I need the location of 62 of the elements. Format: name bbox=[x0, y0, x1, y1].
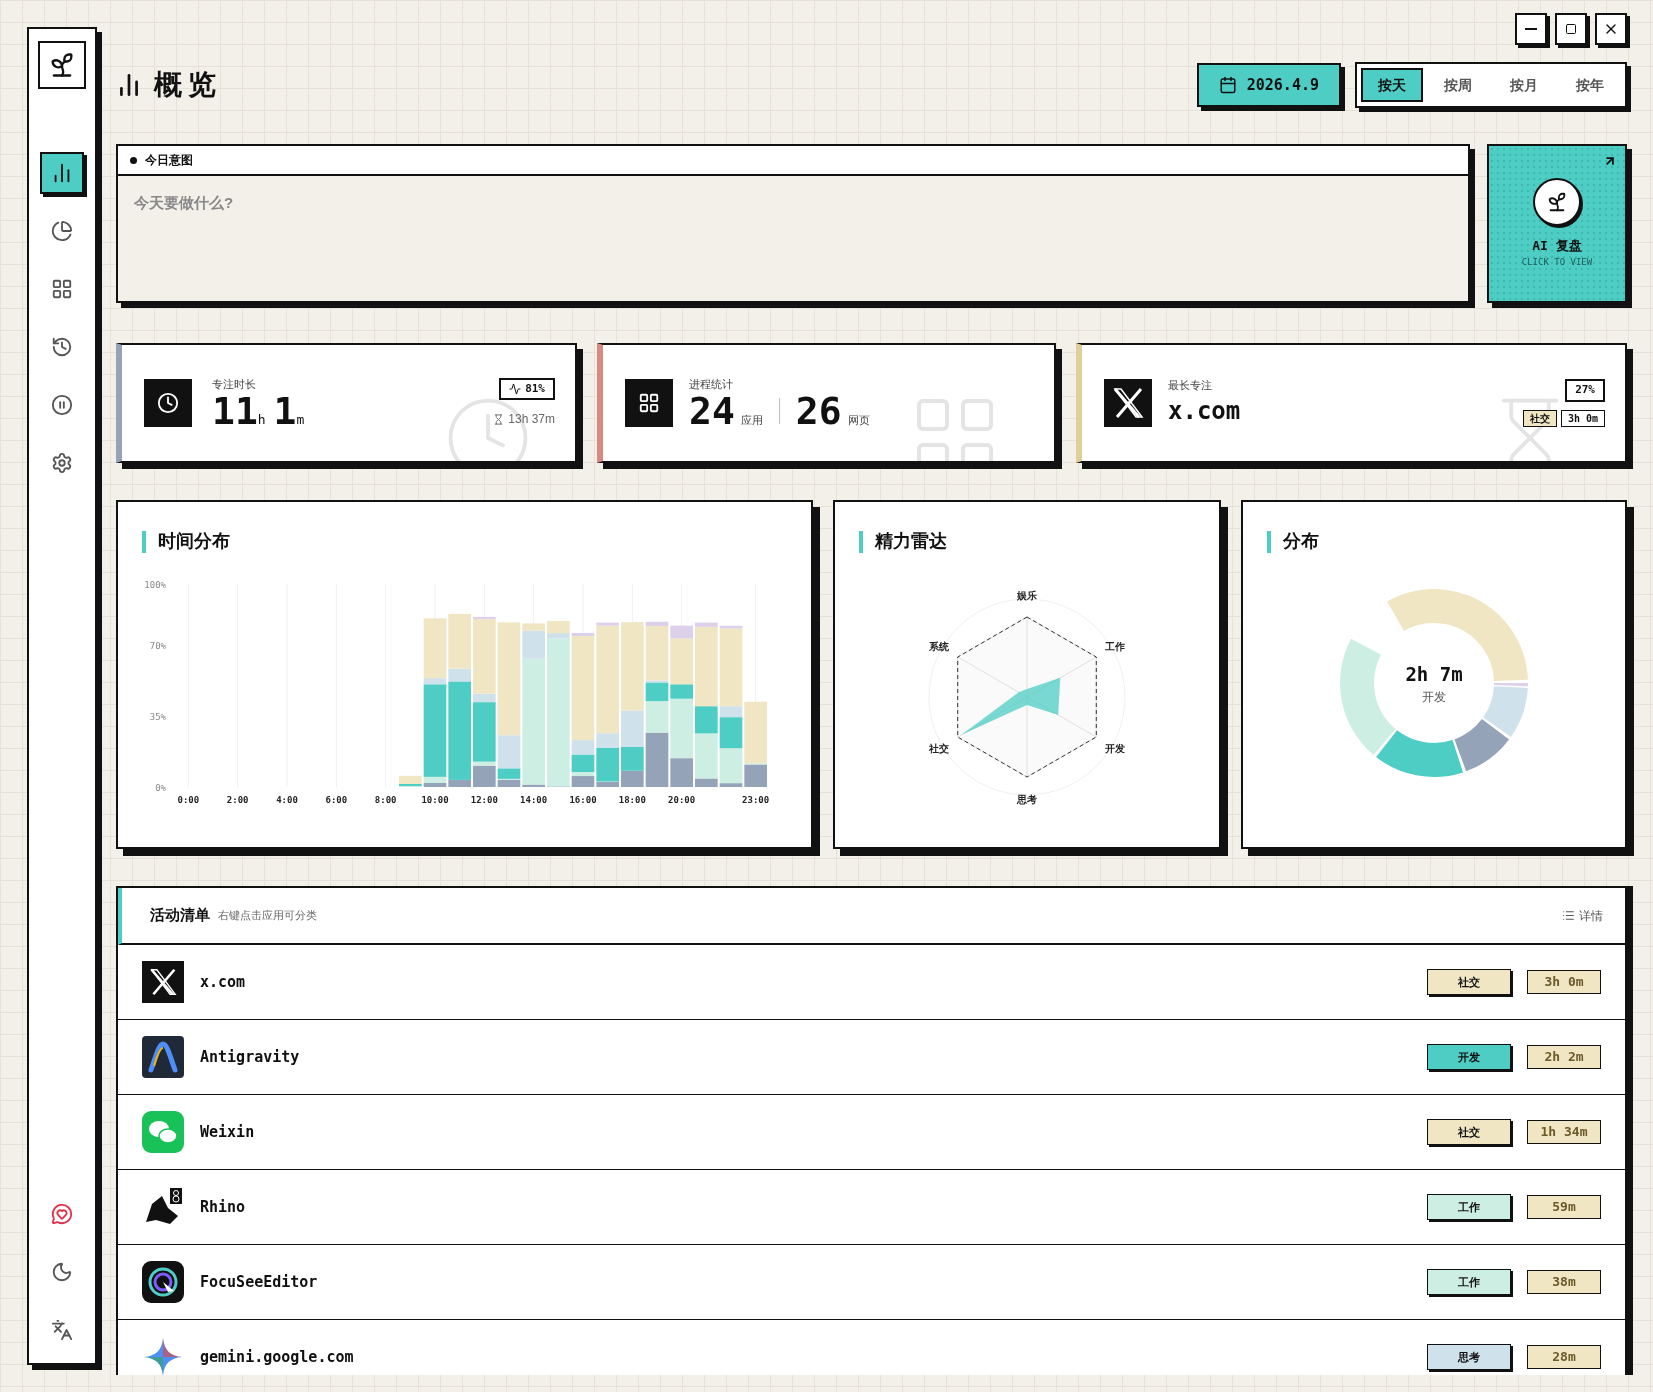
x-axis-label: 0:00 bbox=[177, 795, 200, 805]
duration-badge: 59m bbox=[1527, 1195, 1601, 1219]
x-axis-label: 12:00 bbox=[470, 795, 498, 805]
activity-title: 活动清单 bbox=[150, 905, 210, 926]
panel-title: 时间分布 bbox=[158, 530, 230, 553]
percent-badge: 27% bbox=[1565, 379, 1605, 402]
x-axis-label: 10:00 bbox=[421, 795, 449, 805]
app-name: Rhino bbox=[200, 1196, 246, 1218]
donut-center-label: 开发 bbox=[1422, 689, 1446, 707]
x-axis-label: 14:00 bbox=[520, 795, 548, 805]
stat-label: 专注时长 bbox=[212, 376, 257, 392]
ai-review-subtitle: CLICK TO VIEW bbox=[1521, 255, 1593, 269]
x-axis-label: 16:00 bbox=[569, 795, 597, 805]
category-tag: 社交 bbox=[1522, 409, 1557, 427]
donut-center-value: 2h 7m bbox=[1405, 661, 1463, 687]
ai-review-title: AI 复盘 bbox=[1532, 237, 1582, 255]
total-time-text: 13h 37m bbox=[508, 411, 555, 429]
y-axis-label: 35% bbox=[149, 711, 166, 722]
stat-label: 进程统计 bbox=[689, 376, 734, 392]
duration-badge: 2h 2m bbox=[1527, 1045, 1601, 1069]
app-name: x.com bbox=[200, 971, 246, 993]
app-name: FocuSeeEditor bbox=[200, 1271, 318, 1293]
intent-title: 今日意图 bbox=[145, 152, 193, 169]
radar-axis-label: 社交 bbox=[928, 743, 949, 754]
apps-count: 24 bbox=[689, 392, 735, 431]
activity-hint: 右键点击应用可分类 bbox=[218, 908, 317, 924]
minutes-value: 1 bbox=[273, 392, 297, 431]
x-axis-label: 20:00 bbox=[668, 795, 696, 805]
apps-unit: 应用 bbox=[740, 413, 763, 429]
hours-unit: h bbox=[257, 411, 266, 430]
x-axis-label: 23:00 bbox=[742, 795, 770, 805]
percent-badge: 81% bbox=[499, 377, 555, 401]
minutes-unit: m bbox=[296, 411, 305, 430]
page-title: 概览 bbox=[154, 67, 222, 103]
panel-title: 精力雷达 bbox=[875, 530, 947, 553]
panel-title: 分布 bbox=[1283, 530, 1319, 553]
duration-badge: 3h 0m bbox=[1527, 970, 1601, 994]
radar-axis-label: 工作 bbox=[1105, 641, 1126, 652]
x-axis-label: 6:00 bbox=[325, 795, 348, 805]
y-axis-label: 0% bbox=[155, 783, 166, 793]
app-name: Weixin bbox=[200, 1121, 255, 1143]
x-axis-label: 18:00 bbox=[618, 795, 646, 805]
radar-axis-label: 娱乐 bbox=[1017, 590, 1037, 601]
app-name: gemini.google.com bbox=[200, 1346, 354, 1368]
duration-badge: 38m bbox=[1527, 1270, 1601, 1294]
x-axis-label: 4:00 bbox=[276, 795, 298, 805]
radar-axis-label: 开发 bbox=[1105, 743, 1126, 754]
web-count: 26 bbox=[795, 392, 842, 431]
web-unit: 网页 bbox=[847, 413, 870, 429]
radar-axis-label: 系统 bbox=[928, 641, 949, 652]
time-badge: 3h 0m bbox=[1560, 409, 1605, 427]
stat-label: 最长专注 bbox=[1168, 377, 1213, 393]
y-axis-label: 100% bbox=[144, 580, 166, 590]
duration-badge: 1h 34m bbox=[1527, 1120, 1601, 1144]
radar-axis-label: 思考 bbox=[1017, 794, 1037, 805]
x-axis-label: 2:00 bbox=[226, 795, 249, 805]
y-axis-label: 70% bbox=[149, 640, 166, 651]
hours-value: 11 bbox=[212, 392, 258, 431]
top-app-name: x.com bbox=[1168, 396, 1241, 428]
duration-badge: 28m bbox=[1527, 1345, 1601, 1369]
x-axis-label: 8:00 bbox=[374, 795, 397, 805]
app-name: Antigravity bbox=[200, 1046, 300, 1068]
